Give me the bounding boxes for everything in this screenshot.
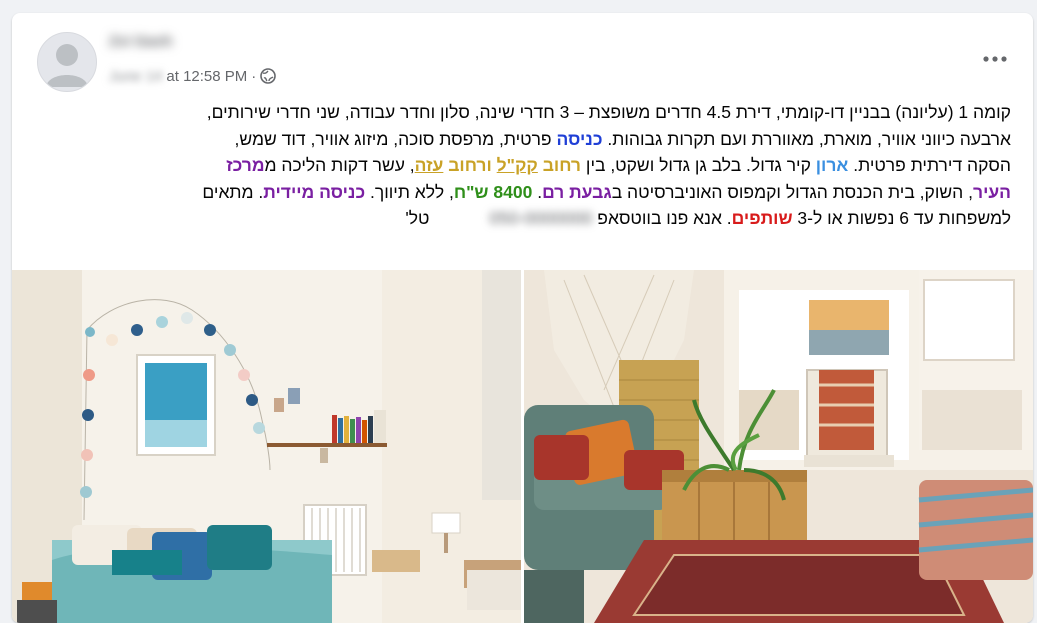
text-segment: קיר גדול. בלב גן גדול ושקט, בין — [581, 155, 816, 175]
post-date[interactable]: June 14 — [109, 68, 162, 85]
highlight-entrance: כניסה — [556, 128, 603, 149]
text-segment: , ללא תיווך. — [365, 181, 454, 202]
post-line-4: העיר, השוק, בית הכנסת הגדול וקמפוס האוני… — [44, 179, 1011, 206]
street-kkl-text[interactable]: קק"ל — [497, 155, 538, 175]
post-meta: June 14 at 12:58 PM · — [109, 65, 277, 87]
default-avatar-icon — [46, 44, 88, 87]
text-segment: , השוק, בית הכנסת הגדול וקמפוס האוניברסי… — [611, 181, 973, 202]
text-segment: . אנא פנו בווטסאפ — [592, 208, 732, 228]
street-aza-text[interactable]: עזה — [415, 155, 444, 175]
highlight-price: 8400 ש"ח — [453, 181, 533, 202]
globe-icon[interactable] — [260, 68, 277, 84]
author-avatar[interactable] — [37, 32, 97, 92]
street-kkl-link[interactable]: קק"ל — [497, 155, 538, 175]
post-line-5: למשפחות עד 6 נפשות או ל-3 שותפים. אנא פנ… — [44, 205, 1011, 232]
highlight-city-center: העיר — [972, 181, 1011, 202]
text-segment: . מתאים — [202, 181, 264, 202]
author-name[interactable]: Zvi Gavh — [109, 33, 172, 59]
text-segment: , עשר דקות הליכה מ — [264, 155, 415, 175]
highlight-immediate-entry: כניסה מיידית — [263, 181, 366, 202]
meta-separator: · — [251, 67, 257, 85]
highlight-roommates: שותפים — [731, 208, 793, 228]
post-card: Zvi Gavh June 14 at 12:58 PM · קומה 1 (ע… — [12, 13, 1033, 623]
text-segment: קומה 1 (עליונה) בבניין דו-קומתי, דירת 4.… — [206, 102, 1011, 122]
post-text: קומה 1 (עליונה) בבניין דו-קומתי, דירת 4.… — [44, 99, 1011, 232]
more-options-icon[interactable] — [977, 45, 1013, 73]
highlight-city-center: מרכז — [226, 155, 265, 175]
text-segment: למשפחות עד 6 נפשות או ל-3 — [792, 208, 1011, 228]
bedroom-photo[interactable] — [12, 270, 521, 623]
post-line-1: קומה 1 (עליונה) בבניין דו-קומתי, דירת 4.… — [44, 99, 1011, 126]
phone-number[interactable]: 050-0000000 — [489, 205, 592, 232]
street-aza-link[interactable]: עזה — [415, 155, 444, 175]
highlight-closet: ארון — [815, 155, 849, 175]
living-room-photo[interactable] — [524, 270, 1033, 623]
text-segment: פרטית, מרפסת סוכה, מיזוג אוויר, דוד שמש, — [234, 128, 557, 149]
post-line-2: ארבעה כיווני אוויר, מוארת, מאווררת ועם ת… — [44, 126, 1011, 153]
post-time[interactable]: at 12:58 PM — [166, 68, 247, 85]
text-segment: ארבעה כיווני אוויר, מוארת, מאווררת ועם ת… — [602, 128, 1011, 149]
post-line-3: הסקה דירתית פרטית. ארון קיר גדול. בלב גן… — [44, 152, 1011, 179]
text-segment: טל' — [405, 208, 435, 228]
highlight-street-label: רחוב — [537, 155, 582, 175]
text-segment: הסקה דירתית פרטית. — [848, 155, 1011, 175]
text-segment: . — [532, 181, 543, 202]
highlight-street-label: ורחוב — [443, 155, 497, 175]
highlight-givat-ram: גבעת רם — [542, 181, 612, 202]
